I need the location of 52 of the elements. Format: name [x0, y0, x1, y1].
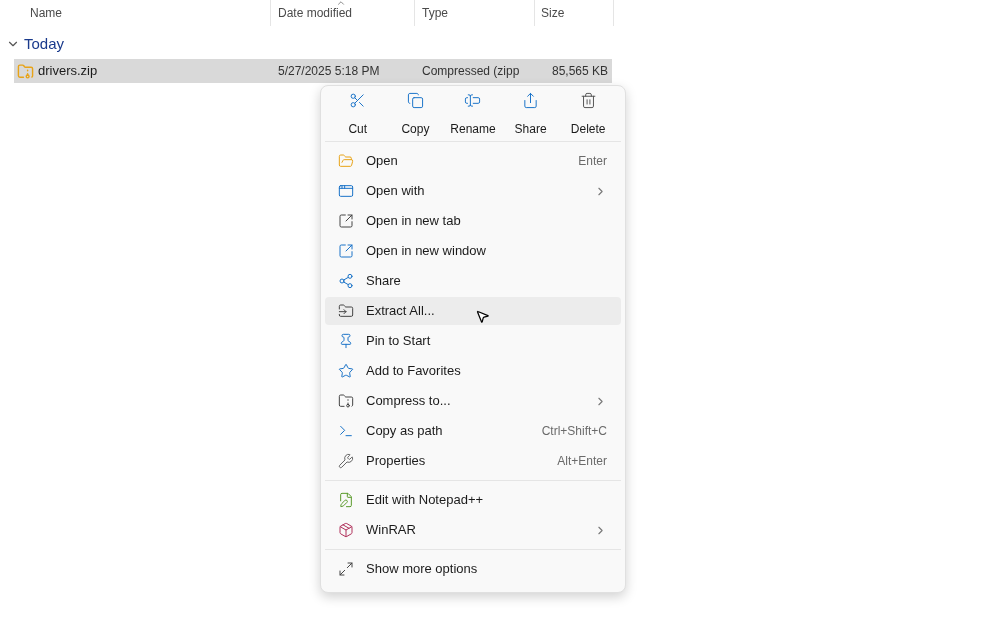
column-header[interactable]: Type: [422, 4, 448, 22]
toolbar-action[interactable]: Share: [501, 92, 560, 138]
menu-item[interactable]: Show more options: [325, 555, 621, 583]
shortcut-text: Ctrl+Shift+C: [541, 423, 607, 440]
file-name: drivers.zip: [38, 62, 98, 81]
type-cell-text: Compressed (zipp: [421, 63, 521, 80]
star-icon: [338, 363, 354, 379]
menu-item[interactable]: Share: [325, 267, 621, 295]
notepad-icon: [338, 492, 354, 508]
menu-item[interactable]: Copy as path Ctrl+Shift+C: [325, 417, 621, 445]
menu-item[interactable]: Pin to Start: [325, 327, 621, 355]
shortcut-text: Alt+Enter: [557, 453, 607, 470]
share-icon: [338, 273, 354, 289]
column-header[interactable]: Name: [30, 4, 62, 22]
copy-icon: [406, 92, 424, 109]
trash-icon: [579, 92, 597, 109]
toolbar-action[interactable]: Rename: [444, 92, 502, 138]
share-icon: [522, 92, 540, 109]
group-header[interactable]: Today: [24, 32, 65, 56]
column-header[interactable]: Size: [541, 4, 565, 22]
zip-folder-icon: [338, 393, 354, 409]
menu-item[interactable]: Properties Alt+Enter: [325, 447, 621, 475]
new-tab-icon: [338, 213, 354, 229]
extract-folder-icon: [338, 303, 354, 319]
toolbar-action[interactable]: Cut: [329, 92, 387, 138]
sort-icon: [336, 0, 346, 8]
toolbar-action[interactable]: Copy: [386, 92, 445, 138]
toolbar-action[interactable]: Delete: [559, 92, 617, 138]
menu-item[interactable]: Open in new tab: [325, 207, 621, 235]
folder-icon: [338, 153, 354, 169]
zip-folder-icon: [17, 62, 34, 80]
pin-icon: [338, 333, 354, 349]
menu-item[interactable]: Open in new window: [325, 237, 621, 265]
rename-icon: [464, 92, 482, 109]
date-cell-text: 5/27/2025 5:18 PM: [277, 63, 381, 80]
mouse-cursor-icon: [475, 309, 490, 324]
file-row[interactable]: drivers.zip 5/27/2025 5:18 PM Compressed (zipp 85,565 KB: [14, 59, 612, 83]
menu-item[interactable]: Edit with Notepad++: [325, 486, 621, 514]
expand-icon: [338, 561, 354, 577]
scissors-icon: [349, 92, 367, 109]
new-window-icon: [338, 243, 354, 259]
menu-item[interactable]: Extract All...: [325, 297, 621, 325]
column-header[interactable]: Date modified: [278, 4, 353, 22]
menu-item[interactable]: Compress to...: [325, 387, 621, 415]
menu-item[interactable]: Open with: [325, 177, 621, 205]
menu-item[interactable]: Open Enter: [325, 147, 621, 175]
size-cell-text: 85,565 KB: [550, 63, 609, 80]
shortcut-text: Enter: [578, 153, 607, 170]
wrench-icon: [338, 453, 354, 469]
menu-item[interactable]: WinRAR: [325, 516, 621, 544]
open-with-icon: [338, 183, 354, 199]
menu-item[interactable]: Add to Favorites: [325, 357, 621, 385]
